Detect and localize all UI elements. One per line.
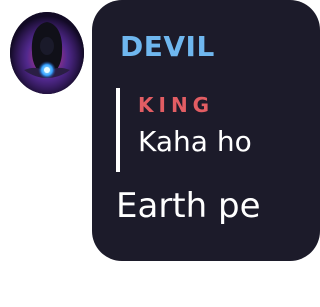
reply-text: Kaha ho (138, 125, 252, 158)
message-text: Earth pe (116, 186, 261, 226)
chat-message-row: DEVIL KING Kaha ho Earth pe (0, 0, 320, 307)
reply-quote[interactable]: KING Kaha ho (116, 88, 252, 172)
user-avatar[interactable] (10, 12, 84, 94)
user-avatar-icon (10, 12, 84, 94)
reply-author: KING (138, 93, 215, 117)
sender-name[interactable]: DEVIL (120, 30, 215, 63)
message-bubble[interactable]: DEVIL KING Kaha ho Earth pe (92, 0, 320, 261)
